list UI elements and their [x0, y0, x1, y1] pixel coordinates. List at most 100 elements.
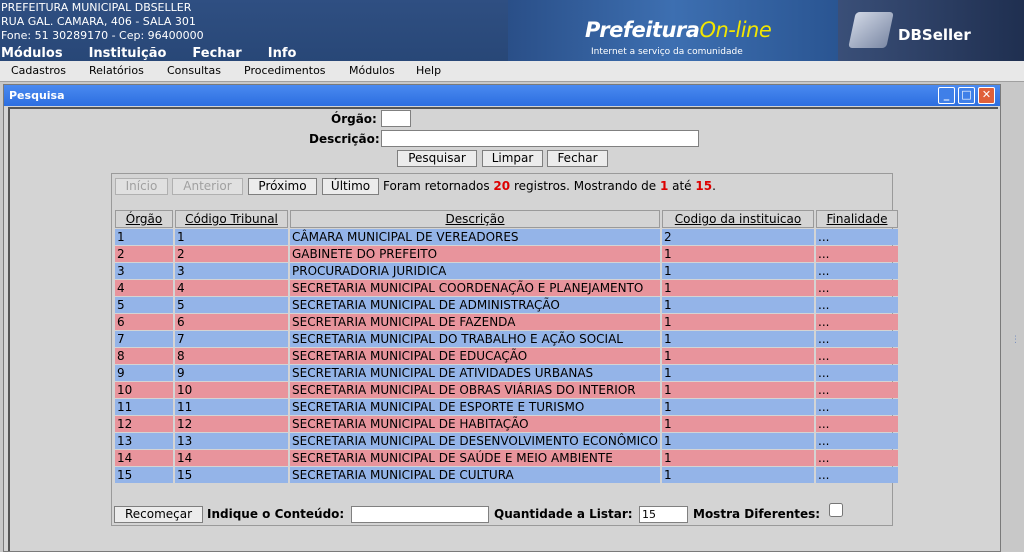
org-address: RUA GAL. CAMARA, 406 - SALA 301	[1, 15, 196, 28]
dbseller-brand: DBSeller	[898, 26, 971, 44]
cell-codigo-instituicao: 1	[662, 246, 814, 262]
cell-finalidade[interactable]: ...	[816, 348, 898, 364]
header-codigo-tribunal[interactable]: Código Tribunal	[175, 210, 288, 228]
cell-descricao: GABINETE DO PREFEITO	[290, 246, 660, 262]
cell-codigo-tribunal: 4	[175, 280, 288, 296]
cell-descricao: SECRETARIA MUNICIPAL DE CULTURA	[290, 467, 660, 483]
menu-relatorios[interactable]: Relatórios	[89, 64, 144, 77]
mostra-diferentes-checkbox[interactable]	[829, 502, 843, 518]
inicio-button[interactable]: Início	[115, 178, 168, 195]
indique-input[interactable]	[351, 506, 489, 523]
table-row[interactable]: 11 11 SECRETARIA MUNICIPAL DE ESPORTE E TU…	[115, 399, 898, 415]
cell-finalidade[interactable]: ...	[816, 433, 898, 449]
table-row[interactable]: 8 8 SECRETARIA MUNICIPAL DE EDUCAÇÃO 1...	[115, 348, 898, 364]
cell-finalidade[interactable]: ...	[816, 263, 898, 279]
cell-finalidade[interactable]: ...	[816, 416, 898, 432]
cell-codigo-instituicao: 1	[662, 297, 814, 313]
top-menu-modulos[interactable]: Módulos	[1, 46, 63, 61]
cell-orgao: 1	[115, 229, 173, 245]
menu-modulos[interactable]: Módulos	[349, 64, 395, 77]
limpar-button[interactable]: Limpar	[482, 150, 543, 167]
cell-codigo-tribunal: 10	[175, 382, 288, 398]
cell-descricao: SECRETARIA MUNICIPAL DE DESENVOLVIMENTO …	[290, 433, 660, 449]
cell-finalidade[interactable]: ...	[816, 365, 898, 381]
descricao-label: Descrição:	[309, 132, 380, 146]
window-title-bar[interactable]: Pesquisa _ □ ✕	[4, 85, 1000, 106]
table-row[interactable]: 13 13 SECRETARIA MUNICIPAL DE DESENVOLVIME…	[115, 433, 898, 449]
table-row[interactable]: 2 2 GABINETE DO PREFEITO 1...	[115, 246, 898, 262]
table-row[interactable]: 7 7 SECRETARIA MUNICIPAL DO TRABALHO E AÇÃ…	[115, 331, 898, 347]
cell-codigo-instituicao: 1	[662, 263, 814, 279]
cell-finalidade[interactable]: ...	[816, 246, 898, 262]
descricao-input[interactable]	[381, 130, 699, 147]
cell-finalidade[interactable]: ...	[816, 280, 898, 296]
cell-descricao: SECRETARIA MUNICIPAL DE OBRAS VIÁRIAS DO…	[290, 382, 660, 398]
cell-codigo-instituicao: 1	[662, 382, 814, 398]
menu-consultas[interactable]: Consultas	[167, 64, 221, 77]
cell-descricao: SECRETARIA MUNICIPAL DE ESPORTE E TURISM…	[290, 399, 660, 415]
cell-codigo-tribunal: 7	[175, 331, 288, 347]
table-row[interactable]: 6 6 SECRETARIA MUNICIPAL DE FAZENDA 1...	[115, 314, 898, 330]
table-row[interactable]: 5 5 SECRETARIA MUNICIPAL DE ADMINISTRAÇÃO 1…	[115, 297, 898, 313]
cell-orgao: 3	[115, 263, 173, 279]
cell-descricao: SECRETARIA MUNICIPAL DE ADMINISTRAÇÃO	[290, 297, 660, 313]
logo-online-text: On-line	[699, 18, 772, 42]
dbseller-logo-icon	[848, 12, 894, 48]
minimize-icon[interactable]: _	[938, 87, 955, 104]
cell-finalidade[interactable]: ...	[816, 297, 898, 313]
table-row[interactable]: 12 12 SECRETARIA MUNICIPAL DE HABITAÇÃO 1..…	[115, 416, 898, 432]
cell-descricao: SECRETARIA MUNICIPAL DE ATIVIDADES URBAN…	[290, 365, 660, 381]
pager-info-text3: até	[668, 179, 696, 193]
cell-finalidade[interactable]: ...	[816, 331, 898, 347]
cell-codigo-instituicao: 1	[662, 399, 814, 415]
top-menu-info[interactable]: Info	[268, 46, 297, 61]
cell-finalidade[interactable]: ...	[816, 314, 898, 330]
logo-subtitle: Internet a serviço da comunidade	[591, 47, 743, 57]
orgao-input[interactable]	[381, 110, 411, 127]
cell-finalidade[interactable]: ...	[816, 382, 898, 398]
cell-codigo-instituicao: 1	[662, 365, 814, 381]
table-header-row: Órgão Código Tribunal Descrição Codigo d…	[115, 210, 898, 228]
maximize-icon[interactable]: □	[958, 87, 975, 104]
cell-descricao: SECRETARIA MUNICIPAL DE FAZENDA	[290, 314, 660, 330]
fechar-button[interactable]: Fechar	[547, 150, 608, 167]
header-orgao[interactable]: Órgão	[115, 210, 173, 228]
pager-to: 15	[695, 179, 713, 193]
cell-finalidade[interactable]: ...	[816, 450, 898, 466]
cell-descricao: SECRETARIA MUNICIPAL DO TRABALHO E AÇÃO …	[290, 331, 660, 347]
top-menu-fechar[interactable]: Fechar	[192, 46, 241, 61]
proximo-button[interactable]: Próximo	[248, 178, 317, 195]
table-row[interactable]: 14 14 SECRETARIA MUNICIPAL DE SAÚDE E MEIO…	[115, 450, 898, 466]
anterior-button[interactable]: Anterior	[172, 178, 243, 195]
table-row[interactable]: 3 3 PROCURADORIA JURIDICA 1...	[115, 263, 898, 279]
cell-finalidade[interactable]: ...	[816, 229, 898, 245]
cell-finalidade[interactable]: ...	[816, 399, 898, 415]
table-row[interactable]: 1 1 CÂMARA MUNICIPAL DE VEREADORES 2...	[115, 229, 898, 245]
cell-finalidade[interactable]: ...	[816, 467, 898, 483]
pesquisar-button[interactable]: Pesquisar	[397, 150, 477, 167]
cell-codigo-tribunal: 9	[175, 365, 288, 381]
scrollbar-grip-icon[interactable]: ⋮⋮	[1011, 335, 1024, 355]
table-row[interactable]: 15 15 SECRETARIA MUNICIPAL DE CULTURA 1...	[115, 467, 898, 483]
header-codigo-instituicao[interactable]: Codigo da instituicao	[662, 210, 814, 228]
ultimo-button[interactable]: Último	[322, 178, 379, 195]
menu-procedimentos[interactable]: Procedimentos	[244, 64, 326, 77]
top-menu-instituicao[interactable]: Instituição	[89, 46, 167, 61]
recomecar-button[interactable]: Recomeçar	[114, 506, 203, 523]
pager-info-text4: .	[712, 179, 716, 193]
cell-orgao: 10	[115, 382, 173, 398]
pager-info: Foram retornados 20 registros. Mostrando…	[383, 179, 716, 193]
org-phone: Fone: 51 30289170 - Cep: 96400000	[1, 29, 204, 42]
table-row[interactable]: 4 4 SECRETARIA MUNICIPAL COORDENAÇÃO E PLA…	[115, 280, 898, 296]
header-finalidade[interactable]: Finalidade	[816, 210, 898, 228]
close-icon[interactable]: ✕	[978, 87, 995, 104]
menu-cadastros[interactable]: Cadastros	[11, 64, 66, 77]
quantidade-input[interactable]	[639, 506, 688, 523]
menu-help[interactable]: Help	[416, 64, 441, 77]
cell-descricao: CÂMARA MUNICIPAL DE VEREADORES	[290, 229, 660, 245]
cell-orgao: 13	[115, 433, 173, 449]
cell-codigo-instituicao: 1	[662, 416, 814, 432]
table-row[interactable]: 9 9 SECRETARIA MUNICIPAL DE ATIVIDADES URB…	[115, 365, 898, 381]
table-row[interactable]: 10 10 SECRETARIA MUNICIPAL DE OBRAS VIÁRIA…	[115, 382, 898, 398]
header-descricao[interactable]: Descrição	[290, 210, 660, 228]
